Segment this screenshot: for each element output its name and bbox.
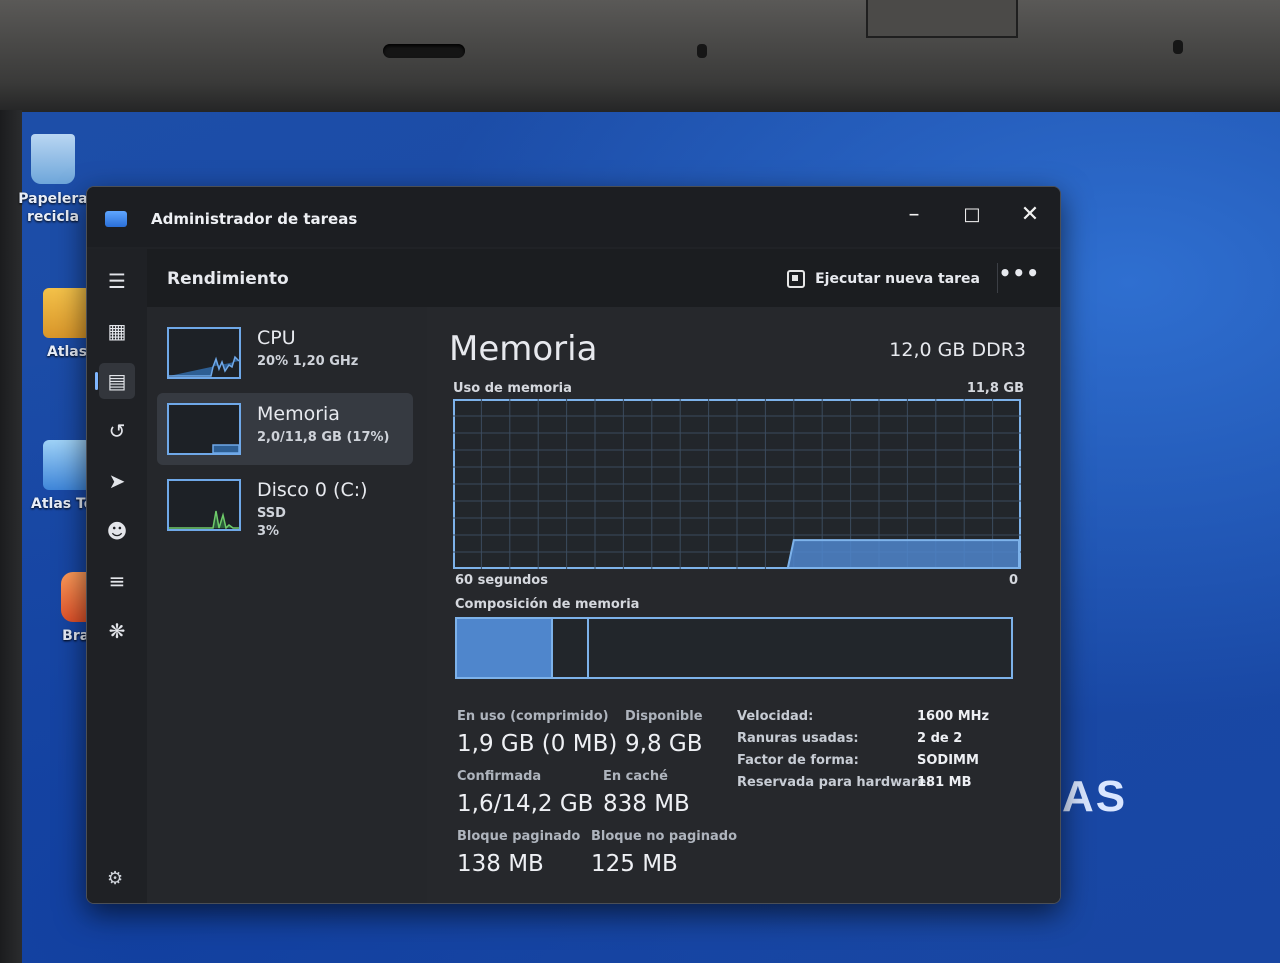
recycle-bin-icon — [31, 134, 75, 184]
composition-label: Composición de memoria — [455, 597, 640, 612]
memory-thumbnail-graph — [167, 403, 241, 455]
maximize-button[interactable]: □ — [952, 197, 992, 233]
memory-panel: Memoria 12,0 GB DDR3 Uso de memoria 11,8… — [427, 307, 1060, 903]
toolbox-icon — [43, 440, 91, 490]
form-factor-label: Factor de forma: — [737, 753, 859, 768]
toolbar: Rendimiento Ejecutar nueva tarea ••• — [147, 249, 1060, 307]
memory-usage-graph — [453, 399, 1021, 569]
cpu-thumbnail-graph — [167, 327, 241, 379]
wallpaper-brand-text: AS — [1062, 772, 1128, 821]
memory-composition-bar — [455, 617, 1013, 679]
title-bar[interactable]: Administrador de tareas – □ ✕ — [87, 187, 1060, 247]
memory-usage-max: 11,8 GB — [966, 381, 1024, 396]
perf-item-detail: 2,0/11,8 GB (17%) — [257, 430, 390, 445]
disk-mini-line — [169, 510, 239, 529]
perf-item-disk[interactable]: Disco 0 (C:) SSD 3% — [157, 469, 413, 541]
form-factor-value: SODIMM — [917, 753, 979, 768]
graph-x-right: 0 — [1008, 573, 1018, 588]
task-manager-window: Administrador de tareas – □ ✕ ☰ ▦ ▤ ↺ ➤ … — [86, 186, 1061, 904]
speed-value: 1600 MHz — [917, 709, 990, 724]
perf-item-name: Memoria — [257, 403, 340, 425]
paged-pool-label: Bloque paginado — [457, 829, 581, 844]
laptop-bezel — [0, 0, 1280, 118]
nonpaged-pool-value: 125 MB — [591, 851, 678, 877]
details-icon[interactable]: ≡ — [99, 563, 135, 599]
memory-mini-area — [212, 444, 239, 453]
perf-item-name: CPU — [257, 327, 296, 349]
hamburger-menu-icon[interactable]: ☰ — [99, 263, 135, 299]
folder-icon — [43, 288, 91, 338]
composition-standby — [587, 619, 1013, 677]
composition-modified — [551, 619, 555, 677]
perf-item-memory[interactable]: Memoria 2,0/11,8 GB (17%) — [157, 393, 413, 465]
disk-type: SSD — [257, 506, 286, 521]
in-use-value: 1,9 GB (0 MB) — [457, 731, 618, 757]
cpu-mini-line — [169, 355, 239, 377]
more-options-button[interactable]: ••• — [999, 261, 1040, 285]
page-title: Rendimiento — [167, 269, 289, 289]
bezel-screw — [1173, 40, 1183, 54]
speed-label: Velocidad: — [737, 709, 814, 724]
run-new-task-label: Ejecutar nueva tarea — [815, 271, 980, 287]
in-use-label: En uso (comprimido) — [457, 709, 609, 724]
slots-label: Ranuras usadas: — [737, 731, 859, 746]
perf-item-detail: 20% 1,20 GHz — [257, 354, 359, 369]
task-manager-app-icon — [105, 211, 127, 227]
app-history-icon[interactable]: ↺ — [99, 413, 135, 449]
laptop-bezel-left — [0, 110, 22, 963]
window-title: Administrador de tareas — [151, 210, 358, 228]
nonpaged-pool-label: Bloque no paginado — [591, 829, 738, 844]
reserved-label: Reservada para hardware: — [737, 775, 932, 790]
run-new-task-button[interactable]: Ejecutar nueva tarea — [787, 265, 980, 293]
reserved-value: 181 MB — [917, 775, 972, 790]
startup-apps-icon[interactable]: ➤ — [99, 463, 135, 499]
desktop-icon-recycle-bin[interactable]: Papelera recicla — [8, 134, 98, 226]
performance-list: CPU 20% 1,20 GHz Memoria 2,0/11,8 GB (17… — [147, 307, 427, 903]
available-label: Disponible — [625, 709, 703, 724]
slots-value: 2 de 2 — [917, 731, 963, 746]
committed-value: 1,6/14,2 GB — [457, 791, 594, 817]
users-icon[interactable]: ☻ — [99, 513, 135, 549]
perf-item-cpu[interactable]: CPU 20% 1,20 GHz — [157, 317, 413, 389]
services-icon[interactable]: ❋ — [99, 613, 135, 649]
disk-usage: 3% — [257, 524, 280, 539]
cached-value: 838 MB — [603, 791, 690, 817]
run-task-icon — [787, 270, 806, 288]
disk-thumbnail-graph — [167, 479, 241, 531]
close-button[interactable]: ✕ — [1010, 197, 1050, 233]
paged-pool-value: 138 MB — [457, 851, 544, 877]
bezel-screw — [697, 44, 707, 58]
settings-gear-icon[interactable]: ⚙ — [107, 868, 123, 889]
memory-usage-area — [786, 539, 1020, 569]
performance-icon[interactable]: ▤ — [95, 363, 135, 399]
bezel-slot — [383, 44, 465, 58]
memory-usage-label: Uso de memoria — [453, 381, 572, 396]
committed-label: Confirmada — [457, 769, 542, 784]
cached-label: En caché — [603, 769, 668, 784]
bezel-hinge — [866, 0, 1018, 38]
memory-title: Memoria — [449, 329, 598, 369]
composition-in-use — [457, 619, 551, 677]
navigation-rail: ☰ ▦ ▤ ↺ ➤ ☻ ≡ ❋ ⚙ — [87, 249, 147, 903]
perf-item-name: Disco 0 (C:) — [257, 479, 368, 501]
desktop-icon-label: Papelera recicla — [18, 191, 88, 225]
processes-icon[interactable]: ▦ — [99, 313, 135, 349]
memory-spec: 12,0 GB DDR3 — [889, 339, 1026, 361]
available-value: 9,8 GB — [625, 731, 703, 757]
minimize-button[interactable]: – — [894, 197, 934, 233]
graph-x-left: 60 segundos — [455, 573, 548, 588]
perf-item-detail: SSD 3% — [257, 505, 286, 541]
